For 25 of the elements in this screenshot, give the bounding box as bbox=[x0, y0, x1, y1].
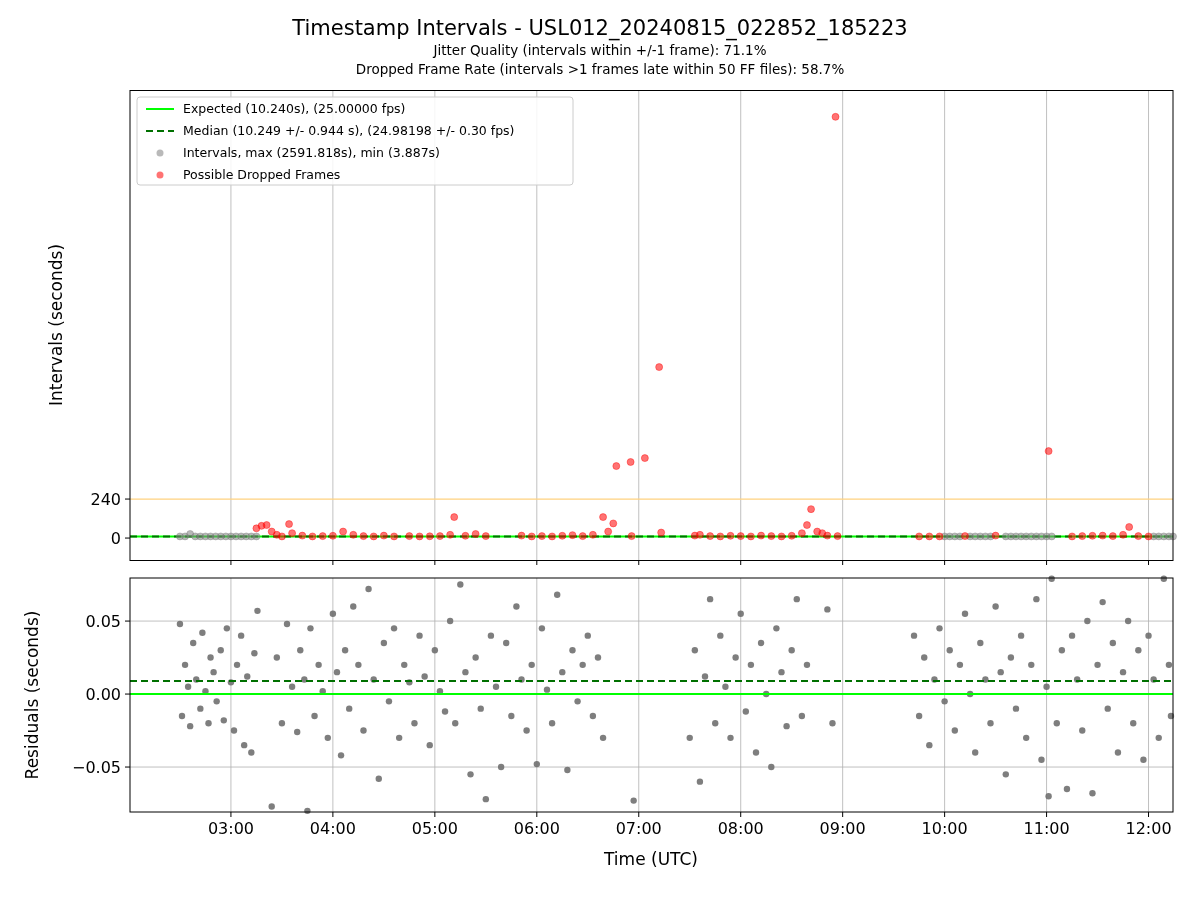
tick-label: 0.05 bbox=[85, 612, 121, 632]
legend-label: Expected (10.240s), (25.00000 fps) bbox=[183, 101, 406, 116]
tick-label: 240 bbox=[90, 490, 121, 510]
tick-label: 04:00 bbox=[309, 819, 356, 838]
tick-label: 09:00 bbox=[819, 819, 866, 838]
tick-label: 06:00 bbox=[513, 819, 560, 838]
tick-label: 0.00 bbox=[85, 685, 121, 705]
tick-label: 12:00 bbox=[1125, 819, 1172, 838]
legend-label: Possible Dropped Frames bbox=[183, 167, 341, 182]
tick-label: 07:00 bbox=[615, 819, 662, 838]
tick-label: −0.05 bbox=[71, 758, 121, 778]
chart-title: Timestamp Intervals - USL012_20240815_022852_185223 bbox=[292, 15, 908, 41]
axis-title: Time (UTC) bbox=[604, 849, 698, 869]
chart-subtitle: Dropped Frame Rate (intervals >1 frames late within 50 FF files): 58.7% bbox=[355, 60, 845, 79]
chart-subtitle: Jitter Quality (intervals within +/-1 frame): 71.1% bbox=[433, 41, 767, 60]
legend-label: Median (10.249 +/- 0.944 s), (24.98198 +/- 0.30 fps) bbox=[183, 123, 515, 138]
tick-label: 08:00 bbox=[717, 819, 764, 838]
tick-label: 11:00 bbox=[1023, 819, 1070, 838]
axis-title: Intervals (seconds) bbox=[46, 243, 66, 407]
tick-label: 03:00 bbox=[207, 819, 254, 838]
tick-label: 0 bbox=[110, 529, 121, 549]
tick-label: 10:00 bbox=[921, 819, 968, 838]
tick-label: 05:00 bbox=[411, 819, 458, 838]
legend-label: Intervals, max (2591.818s), min (3.887s) bbox=[183, 145, 440, 160]
axis-title: Residuals (seconds) bbox=[22, 610, 42, 780]
